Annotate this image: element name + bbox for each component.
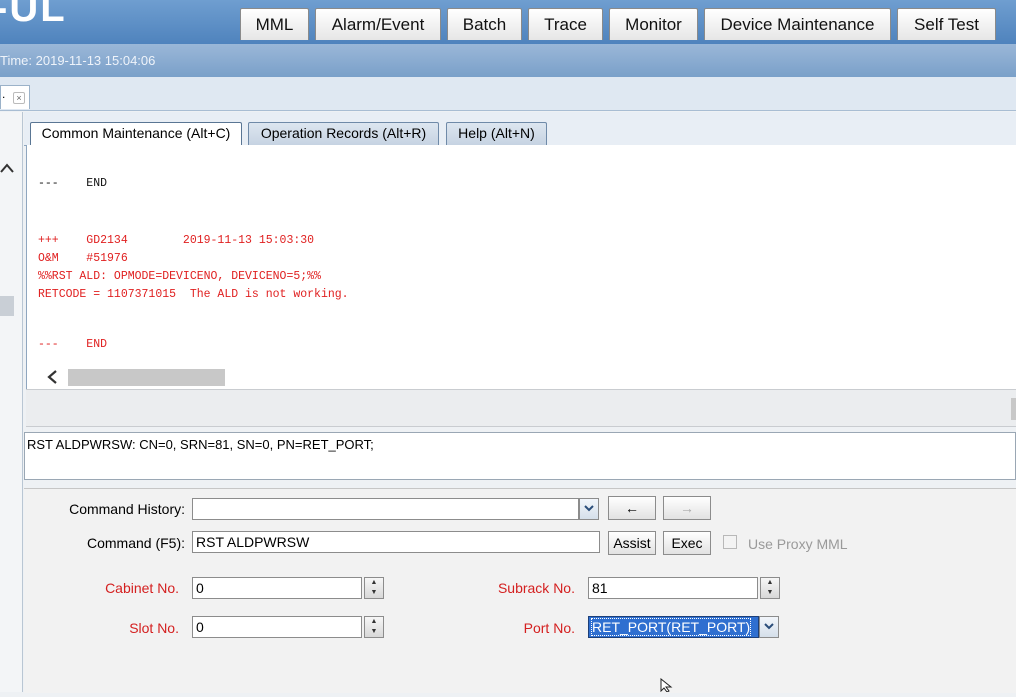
- command-history-select[interactable]: [192, 498, 579, 520]
- history-forward-button[interactable]: →: [663, 496, 711, 520]
- document-tab[interactable]: . ×: [0, 85, 30, 109]
- chevron-up-icon[interactable]: [0, 160, 14, 178]
- subrack-no-label: Subrack No.: [497, 580, 575, 596]
- nav-monitor[interactable]: Monitor: [609, 8, 698, 40]
- use-proxy-label: Use Proxy MML: [748, 536, 848, 552]
- left-scroll-thumb[interactable]: [0, 296, 14, 316]
- subrack-no-stepper[interactable]: ▲ ▼: [760, 577, 780, 599]
- nav-self-test[interactable]: Self Test: [897, 8, 996, 40]
- command-history-label: Command History:: [69, 501, 185, 517]
- output-line: --- END: [38, 177, 108, 190]
- output-pane: [26, 145, 1016, 389]
- history-back-button[interactable]: ←: [608, 496, 656, 520]
- cabinet-no-stepper[interactable]: ▲ ▼: [364, 577, 384, 599]
- chevron-down-icon[interactable]: [579, 498, 599, 520]
- cabinet-no-input[interactable]: 0: [192, 577, 362, 599]
- left-panel: [0, 112, 23, 692]
- horizontal-scroll-thumb[interactable]: [68, 369, 225, 386]
- output-line: +++ GD2134 2019-11-13 15:03:30: [38, 234, 315, 247]
- slot-no-stepper[interactable]: ▲ ▼: [364, 616, 384, 638]
- output-line: %%RST ALD: OPMODE=DEVICENO, DEVICENO=5;%…: [38, 270, 321, 283]
- subrack-no-input[interactable]: 81: [588, 577, 758, 599]
- nav-alarm-event[interactable]: Alarm/Event: [315, 8, 441, 40]
- port-no-select[interactable]: RET_PORT(RET_PORT): [588, 616, 759, 638]
- output-line: RETCODE = 1107371015 The ALD is not work…: [38, 288, 349, 301]
- nav-mml[interactable]: MML: [240, 8, 309, 40]
- command-label: Command (F5):: [86, 535, 185, 551]
- mouse-cursor-icon: [660, 677, 674, 697]
- document-tabstrip: [0, 77, 1016, 111]
- close-icon[interactable]: ×: [13, 92, 25, 104]
- document-tab-label: .: [2, 87, 6, 101]
- vertical-scroll-thumb[interactable]: [1011, 398, 1016, 420]
- command-text-area[interactable]: RST ALDPWRSW: CN=0, SRN=81, SN=0, PN=RET…: [24, 432, 1016, 480]
- nav-batch[interactable]: Batch: [447, 8, 522, 40]
- port-no-label: Port No.: [523, 620, 575, 636]
- output-status-panel: [26, 389, 1016, 427]
- scroll-left-icon[interactable]: [46, 370, 58, 388]
- chevron-down-icon[interactable]: [759, 616, 779, 638]
- tab-operation-records[interactable]: Operation Records (Alt+R): [248, 122, 439, 145]
- nav-trace[interactable]: Trace: [528, 8, 603, 40]
- output-line: --- END: [38, 338, 108, 351]
- output-line: O&M #51976: [38, 252, 128, 265]
- time-bar: Time: 2019-11-13 15:04:06: [0, 44, 1016, 77]
- cabinet-no-label: Cabinet No.: [105, 580, 179, 596]
- slot-no-label: Slot No.: [129, 620, 179, 636]
- exec-button[interactable]: Exec: [663, 531, 711, 555]
- use-proxy-checkbox[interactable]: [723, 535, 737, 549]
- assist-button[interactable]: Assist: [608, 531, 656, 555]
- time-text: Time: 2019-11-13 15:04:06: [0, 53, 156, 68]
- command-input[interactable]: RST ALDPWRSW: [192, 531, 600, 553]
- port-no-selected-value: RET_PORT(RET_PORT): [590, 618, 752, 636]
- tab-common-maintenance[interactable]: Common Maintenance (Alt+C): [30, 122, 242, 145]
- app-brand: -UL: [0, 0, 67, 30]
- nav-device-maintenance[interactable]: Device Maintenance: [704, 8, 891, 40]
- slot-no-input[interactable]: 0: [192, 616, 362, 638]
- tab-help[interactable]: Help (Alt+N): [446, 122, 547, 145]
